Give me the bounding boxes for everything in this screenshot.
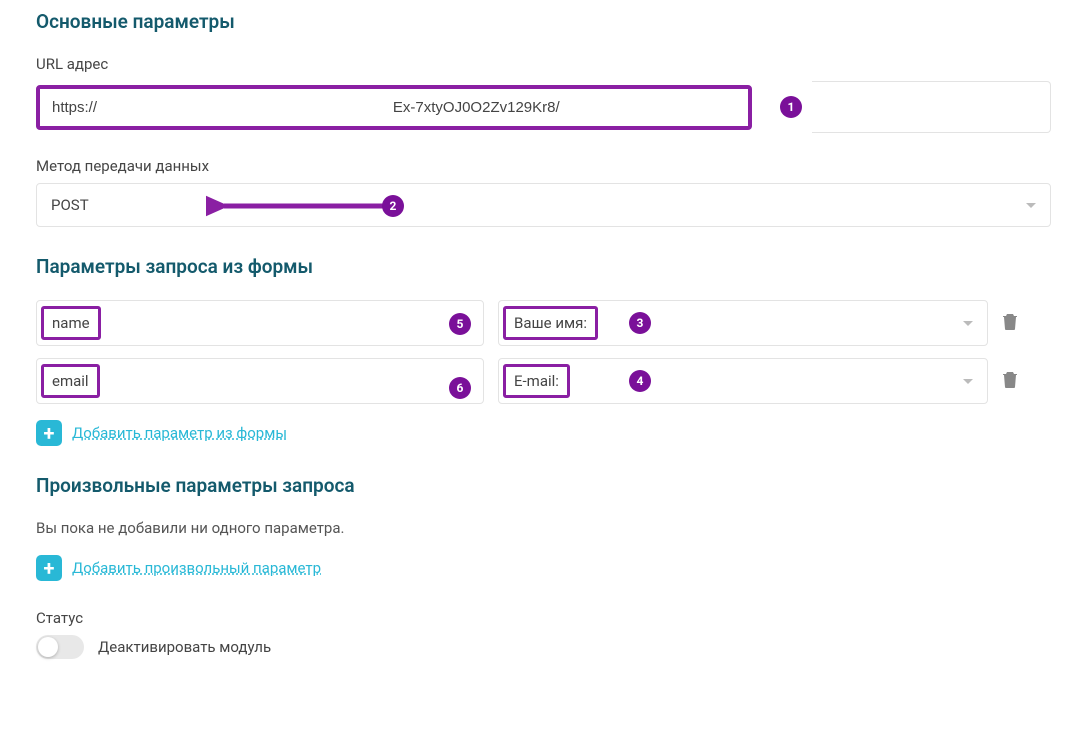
param-map-select[interactable]: E-mail: 4 <box>498 358 988 404</box>
toggle-label: Деактивировать модуль <box>98 638 271 656</box>
deactivate-toggle[interactable] <box>36 635 84 659</box>
custom-params-empty: Вы пока не добавили ни одного параметра. <box>36 519 1051 537</box>
annotation-badge-4: 4 <box>629 370 651 392</box>
annotation-badge-6: 6 <box>449 377 471 399</box>
annotation-badge-2: 2 <box>382 195 404 217</box>
param-row: email 6 E-mail: 4 <box>36 358 1051 404</box>
status-label: Статус <box>36 609 1051 627</box>
section-custom-params-title: Произвольные параметры запроса <box>36 474 1051 497</box>
param-map-select[interactable]: Ваше имя: 3 <box>498 300 988 346</box>
param-key-field[interactable]: name 5 <box>36 300 484 346</box>
method-value: POST <box>51 196 89 214</box>
param-key-value: name <box>41 306 101 340</box>
add-form-param-link[interactable]: Добавить параметр из формы <box>72 424 287 442</box>
chevron-down-icon <box>1026 203 1036 208</box>
annotation-badge-3: 3 <box>629 312 651 334</box>
url-label: URL адрес <box>36 55 1051 73</box>
trash-icon[interactable] <box>1002 312 1022 335</box>
param-key-field[interactable]: email 6 <box>36 358 484 404</box>
annotation-badge-1: 1 <box>780 96 802 118</box>
url-input[interactable] <box>40 89 748 126</box>
plus-icon[interactable]: + <box>36 555 62 581</box>
toggle-knob <box>38 637 58 657</box>
param-map-value: Ваше имя: <box>503 306 598 340</box>
param-map-value: E-mail: <box>503 364 570 398</box>
method-select[interactable]: POST <box>36 183 1051 227</box>
section-main-title: Основные параметры <box>36 10 1051 33</box>
annotation-badge-5: 5 <box>449 313 471 335</box>
method-label: Метод передачи данных <box>36 157 1051 175</box>
annotation-arrow <box>206 191 406 221</box>
chevron-down-icon <box>963 379 973 384</box>
url-highlight-box <box>36 85 752 130</box>
param-key-value: email <box>41 364 100 398</box>
plus-icon[interactable]: + <box>36 420 62 446</box>
url-trailing-box <box>812 81 1051 133</box>
section-form-params-title: Параметры запроса из формы <box>36 255 1051 278</box>
chevron-down-icon <box>963 321 973 326</box>
param-row: name 5 Ваше имя: 3 <box>36 300 1051 346</box>
add-custom-param-link[interactable]: Добавить произвольный параметр <box>72 559 321 577</box>
trash-icon[interactable] <box>1002 370 1022 393</box>
